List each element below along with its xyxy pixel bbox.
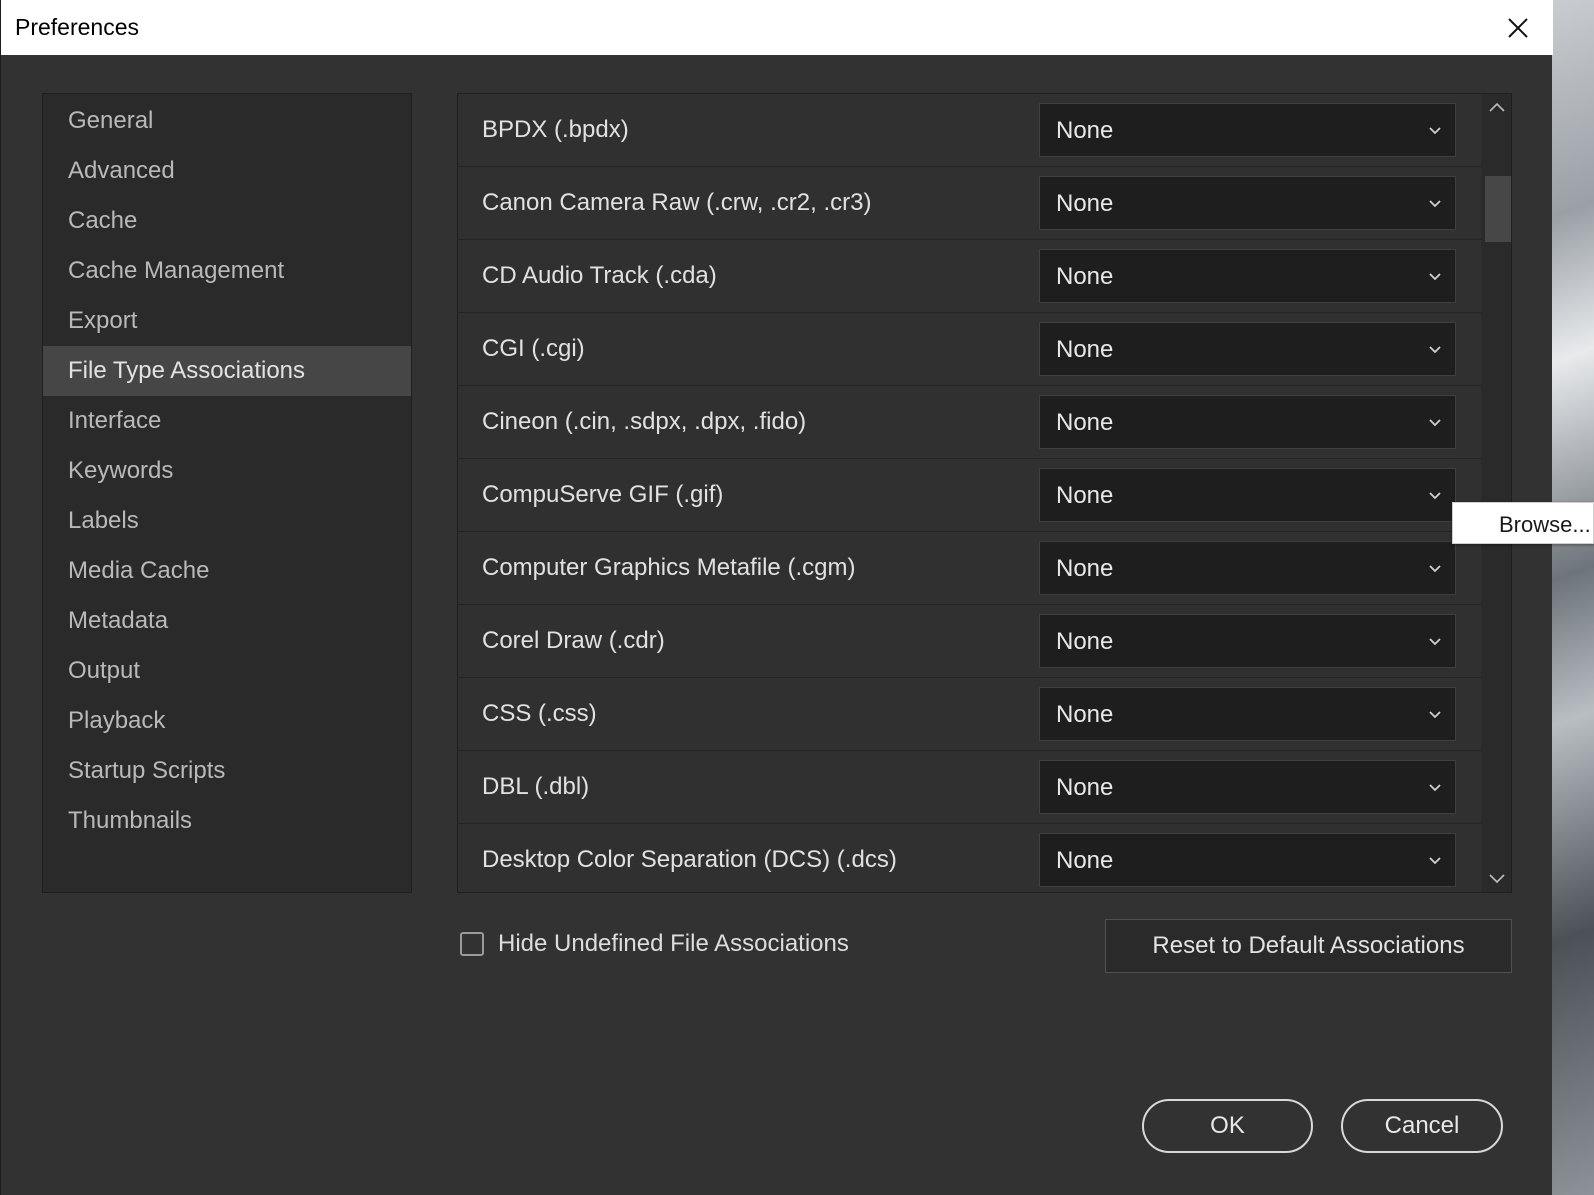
sidebar-item-metadata[interactable]: Metadata [43,596,411,646]
sidebar-item-cache[interactable]: Cache [43,196,411,246]
association-row: CD Audio Track (.cda) None [458,240,1481,313]
chevron-down-icon [1429,711,1441,719]
application-dropdown[interactable]: None [1039,541,1456,595]
reset-default-associations-button[interactable]: Reset to Default Associations [1105,919,1512,973]
sidebar-item-playback[interactable]: Playback [43,696,411,746]
association-row: BPDX (.bpdx) None [458,94,1481,167]
ok-button[interactable]: OK [1142,1099,1313,1153]
sidebar-item-thumbnails[interactable]: Thumbnails [43,796,411,846]
application-dropdown[interactable]: None [1039,395,1456,449]
dropdown-value: None [1056,774,1114,801]
preferences-dialog: Preferences General Advanced Cache Cache Ma… [0,0,1553,1195]
association-row: CompuServe GIF (.gif) None [458,459,1481,532]
sidebar-item-labels[interactable]: Labels [43,496,411,546]
file-type-label: CD Audio Track (.cda) [482,262,717,289]
sidebar-item-startup-scripts[interactable]: Startup Scripts [43,746,411,796]
association-row: Desktop Color Separation (DCS) (.dcs) Non… [458,824,1481,892]
chevron-down-icon [1429,784,1441,792]
dropdown-value: None [1056,482,1114,509]
chevron-down-icon [1429,565,1441,573]
sidebar-list: General Advanced Cache Cache Management Expo… [43,96,411,846]
dropdown-value: None [1056,701,1114,728]
chevron-down-icon [1429,273,1441,281]
dropdown-value: None [1056,847,1114,874]
file-type-label: BPDX (.bpdx) [482,116,629,143]
chevron-down-icon [1429,492,1441,500]
application-dropdown[interactable]: None [1039,833,1456,887]
application-dropdown[interactable]: None [1039,322,1456,376]
dropdown-value: None [1056,409,1114,436]
file-type-label: DBL (.dbl) [482,773,590,800]
close-button[interactable] [1483,0,1553,55]
chevron-down-icon [1429,638,1441,646]
sidebar-item-media-cache[interactable]: Media Cache [43,546,411,596]
association-row: Corel Draw (.cdr) None [458,605,1481,678]
title-bar: Preferences [1,0,1553,55]
scroll-down-icon[interactable] [1485,866,1509,890]
association-row: Computer Graphics Metafile (.cgm) None [458,532,1481,605]
dialog-title: Preferences [15,14,140,40]
chevron-down-icon [1429,857,1441,865]
application-dropdown[interactable]: None [1039,760,1456,814]
chevron-down-icon [1429,419,1441,427]
file-type-label: CGI (.cgi) [482,335,585,362]
file-type-label: CompuServe GIF (.gif) [482,481,724,508]
vertical-scrollbar[interactable] [1481,94,1511,892]
sidebar-item-file-type-associations[interactable]: File Type Associations [43,346,411,396]
chevron-down-icon [1429,346,1441,354]
sidebar-item-general[interactable]: General [43,96,411,146]
application-dropdown[interactable]: None [1039,103,1456,157]
preferences-sidebar: General Advanced Cache Cache Management Expo… [42,93,412,893]
application-dropdown[interactable]: None [1039,468,1456,522]
scroll-up-icon[interactable] [1485,96,1509,120]
chevron-down-icon [1429,200,1441,208]
browse-menu-item[interactable]: Browse... [1499,512,1591,538]
dropdown-value: None [1056,555,1114,582]
file-type-label: CSS (.css) [482,700,597,727]
sidebar-item-advanced[interactable]: Advanced [43,146,411,196]
sidebar-item-export[interactable]: Export [43,296,411,346]
association-row: CSS (.css) None [458,678,1481,751]
dropdown-value: None [1056,263,1114,290]
dropdown-value: None [1056,190,1114,217]
dropdown-value: None [1056,336,1114,363]
association-row: Canon Camera Raw (.crw, .cr2, .cr3) None [458,167,1481,240]
file-type-label: Corel Draw (.cdr) [482,627,665,654]
sidebar-item-interface[interactable]: Interface [43,396,411,446]
file-type-label: Desktop Color Separation (DCS) (.dcs) [482,846,897,873]
application-dropdown[interactable]: None [1039,687,1456,741]
sidebar-item-keywords[interactable]: Keywords [43,446,411,496]
application-dropdown[interactable]: None [1039,249,1456,303]
desktop-background [1552,0,1594,1195]
application-dropdown[interactable]: None [1039,176,1456,230]
association-row: Cineon (.cin, .sdpx, .dpx, .fido) None [458,386,1481,459]
application-dropdown[interactable]: None [1039,614,1456,668]
association-row: CGI (.cgi) None [458,313,1481,386]
dropdown-value: None [1056,117,1114,144]
cancel-button[interactable]: Cancel [1341,1099,1503,1153]
scrollbar-thumb[interactable] [1485,176,1511,242]
dropdown-value: None [1056,628,1114,655]
association-row: DBL (.dbl) None [458,751,1481,824]
hide-undefined-checkbox-row[interactable]: Hide Undefined File Associations [460,930,849,958]
file-type-label: Canon Camera Raw (.crw, .cr2, .cr3) [482,189,872,216]
hide-undefined-checkbox[interactable] [460,932,484,956]
chevron-down-icon [1429,127,1441,135]
sidebar-item-output[interactable]: Output [43,646,411,696]
hide-undefined-label: Hide Undefined File Associations [498,930,849,957]
file-type-label: Cineon (.cin, .sdpx, .dpx, .fido) [482,408,807,435]
file-type-label: Computer Graphics Metafile (.cgm) [482,554,856,581]
file-type-associations-list: BPDX (.bpdx) None Canon Camera Raw (.crw, … [457,93,1512,893]
close-icon [1508,17,1528,38]
dropdown-popup-menu: Browse... [1452,502,1594,544]
sidebar-item-cache-management[interactable]: Cache Management [43,246,411,296]
